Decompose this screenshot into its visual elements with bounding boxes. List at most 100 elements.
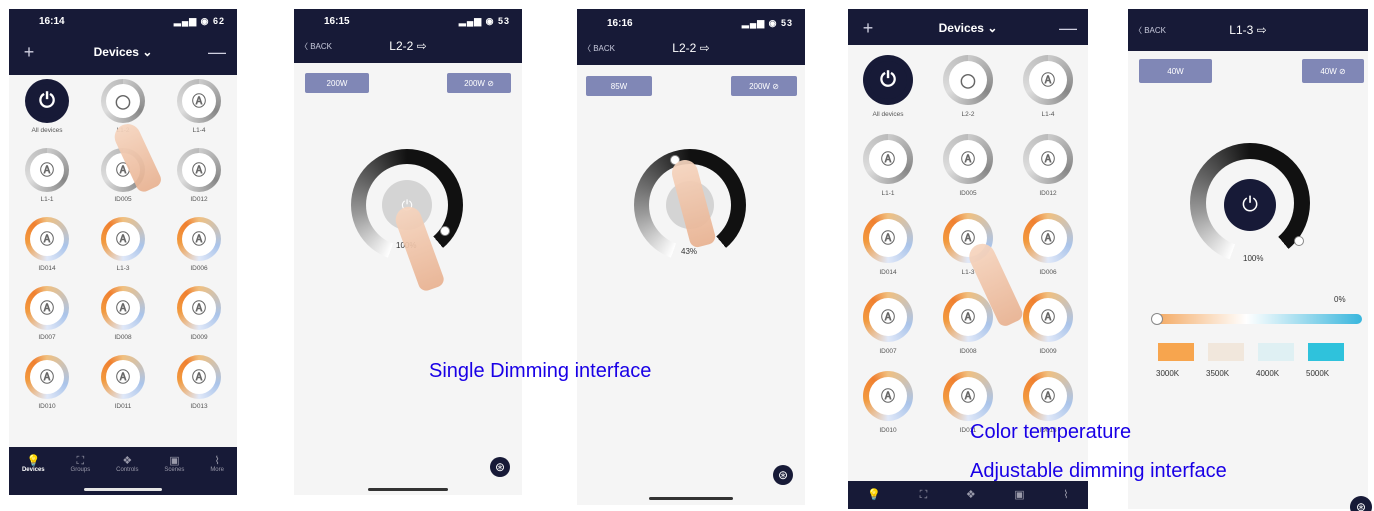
device-tile-id010[interactable]: Ⓐ ID010 [848,371,928,434]
device-tile-id014[interactable]: Ⓐ ID014 [9,217,85,272]
cct-slider[interactable] [1152,314,1362,324]
scan-fab-button[interactable]: ⊛ [1350,496,1372,511]
tab-controls-icon[interactable]: ❖ [966,489,976,501]
device-tile-id005[interactable]: Ⓐ ID005 [928,134,1008,197]
bulb-icon[interactable]: Ⓐ [177,79,221,123]
dial-knob[interactable] [440,226,450,236]
bulb-icon[interactable]: Ⓐ [1023,134,1073,184]
device-tile-id010[interactable]: Ⓐ ID010 [9,355,85,410]
bulb-icon[interactable]: Ⓐ [101,286,145,330]
tab-bar: 💡 Devices ⛶ Groups ❖ Controls ▣ Scenes ⌇ More [9,447,237,481]
device-label: ID014 [879,269,897,276]
bulb-icon[interactable]: Ⓐ [943,371,993,421]
device-tile-id011[interactable]: Ⓐ ID011 [85,355,161,410]
device-tile-id006[interactable]: Ⓐ ID006 [161,217,237,272]
add-device-button[interactable]: + [9,42,49,63]
bulb-icon[interactable]: Ⓐ [863,134,913,184]
power-edit-button[interactable]: 200W ⊘ [731,76,797,96]
device-tile-l1-1[interactable]: Ⓐ L1-1 [848,134,928,197]
devices-dropdown[interactable]: Devices ⌄ [94,45,153,59]
power-all-icon[interactable]: ⏻ [25,79,69,123]
bulb-glyph: Ⓐ [1029,377,1067,415]
power-toggle-button[interactable]: ⏻ [1224,179,1276,231]
device-tile-id014[interactable]: Ⓐ ID014 [848,213,928,276]
bulb-icon[interactable]: ◯ [943,55,993,105]
remove-device-button[interactable]: — [197,42,237,63]
device-tile-id009[interactable]: Ⓐ ID009 [1008,292,1088,355]
devices-dropdown[interactable]: Devices ⌄ [939,21,998,35]
tab-scenes-icon[interactable]: ▣ [1014,489,1024,501]
dial-knob[interactable] [1294,236,1304,246]
device-tile-id006[interactable]: Ⓐ ID006 [1008,213,1088,276]
device-title[interactable]: L2-2 ⇨ [637,41,745,55]
device-tile-id013[interactable]: Ⓐ ID013 [161,355,237,410]
device-tile-id009[interactable]: Ⓐ ID009 [161,286,237,341]
add-device-button[interactable]: + [848,18,888,39]
cct-swatch-3000k[interactable] [1158,343,1194,361]
device-tile-id007[interactable]: Ⓐ ID007 [9,286,85,341]
bulb-icon[interactable]: Ⓐ [101,355,145,399]
device-title[interactable]: L1-3 ⇨ [1188,23,1308,37]
status-time: 16:15 [324,15,350,27]
bulb-icon[interactable]: Ⓐ [177,355,221,399]
device-title[interactable]: L2-2 ⇨ [354,39,462,53]
tab-more[interactable]: ⌇ More [210,455,224,473]
power-preset-button[interactable]: 40W [1139,59,1212,83]
cct-swatch-3500k[interactable] [1208,343,1244,361]
bulb-icon[interactable]: Ⓐ [1023,292,1073,342]
back-button[interactable]: 〈 BACK [294,41,354,52]
remove-device-button[interactable]: — [1048,18,1088,39]
device-tile-id008[interactable]: Ⓐ ID008 [85,286,161,341]
bulb-icon[interactable]: Ⓐ [863,292,913,342]
cct-swatch-label: 5000K [1306,369,1330,378]
power-preset-button[interactable]: 200W [305,73,369,93]
device-tile-l2-2[interactable]: ◯ L2-2 [928,55,1008,118]
cct-swatch-5000k[interactable] [1308,343,1344,361]
back-button[interactable]: 〈 BACK [577,43,637,54]
tab-more-icon[interactable]: ⌇ [1063,489,1068,501]
bulb-icon[interactable]: Ⓐ [177,286,221,330]
tab-bulb-icon[interactable]: 💡 [867,489,881,501]
bulb-icon[interactable]: Ⓐ [177,217,221,261]
bulb-icon[interactable]: Ⓐ [1023,213,1073,263]
bulb-icon[interactable]: Ⓐ [25,148,69,192]
detail-header: 〈 BACK L2-2 ⇨ [577,31,805,65]
bulb-icon[interactable]: Ⓐ [25,355,69,399]
tab-scenes[interactable]: ▣ Scenes [164,455,184,473]
bulb-glyph: ◯ [106,84,140,118]
cct-slider-knob[interactable] [1151,313,1163,325]
scan-fab-button[interactable]: ⊛ [490,457,510,477]
bulb-icon[interactable]: Ⓐ [863,371,913,421]
bulb-icon[interactable]: ◯ [101,79,145,123]
power-edit-button[interactable]: 200W ⊘ [447,73,511,93]
power-preset-button[interactable]: 85W [586,76,652,96]
bulb-icon[interactable]: Ⓐ [25,217,69,261]
device-tile-id012[interactable]: Ⓐ ID012 [161,148,237,203]
tab-devices[interactable]: 💡 Devices [22,455,45,473]
scan-fab-button[interactable]: ⊛ [773,465,793,485]
tab-controls[interactable]: ❖ Controls [116,455,138,473]
bulb-icon[interactable]: Ⓐ [863,213,913,263]
device-tile-l1-1[interactable]: Ⓐ L1-1 [9,148,85,203]
bulb-glyph: ◯ [949,61,987,99]
device-tile-l1-4[interactable]: Ⓐ L1-4 [1008,55,1088,118]
bulb-icon[interactable]: Ⓐ [943,134,993,184]
device-tile-all-devices[interactable]: ⏻ All devices [9,79,85,134]
tab-groups[interactable]: ⛶ Groups [71,455,91,473]
bulb-icon[interactable]: Ⓐ [25,286,69,330]
device-tile-all-devices[interactable]: ⏻ All devices [848,55,928,118]
bulb-icon[interactable]: Ⓐ [177,148,221,192]
cct-swatch-4000k[interactable] [1258,343,1294,361]
device-tile-id007[interactable]: Ⓐ ID007 [848,292,928,355]
bulb-icon[interactable]: Ⓐ [1023,55,1073,105]
back-button[interactable]: 〈 BACK [1128,25,1188,36]
tab-groups-icon[interactable]: ⛶ [920,489,928,501]
bulb-icon[interactable]: Ⓐ [1023,371,1073,421]
bulb-icon[interactable]: Ⓐ [943,292,993,342]
device-tile-l1-4[interactable]: Ⓐ L1-4 [161,79,237,134]
bulb-icon[interactable]: Ⓐ [101,217,145,261]
device-tile-l1-3[interactable]: Ⓐ L1-3 [85,217,161,272]
power-edit-button[interactable]: 40W ⊘ [1302,59,1364,83]
device-tile-id012[interactable]: Ⓐ ID012 [1008,134,1088,197]
power-all-icon[interactable]: ⏻ [863,55,913,105]
